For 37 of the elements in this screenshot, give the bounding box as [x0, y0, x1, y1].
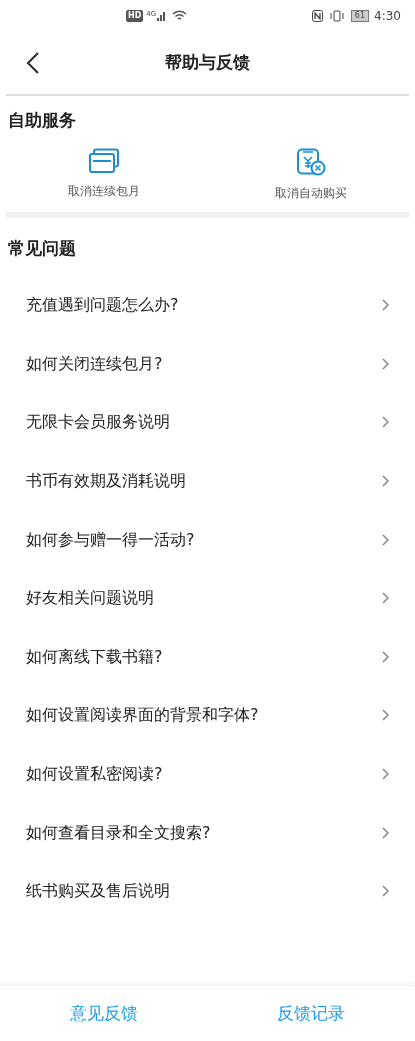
self-service-item[interactable]: 取消连续包月 — [0, 147, 208, 202]
back-icon[interactable] — [26, 51, 40, 75]
battery-level: 61 — [350, 10, 370, 22]
faq-item[interactable]: 如何查看目录和全文搜索? — [0, 803, 415, 862]
signal-icon — [157, 11, 168, 21]
chevron-icon — [382, 768, 389, 781]
chevron-icon — [382, 826, 389, 839]
faq-item[interactable]: 如何参与赠一得一活动? — [0, 510, 415, 569]
faq-item[interactable]: 好友相关问题说明 — [0, 568, 415, 628]
status-time: 4:30 — [374, 8, 401, 25]
chevron-icon — [382, 416, 389, 429]
chevron-icon — [382, 709, 389, 722]
faq-item[interactable]: 纸书购买及售后说明 — [0, 861, 415, 921]
chevron-icon — [382, 533, 389, 546]
page-title: 帮助与反馈 — [165, 51, 250, 75]
nfc-icon — [311, 10, 323, 22]
section-title: 自助服务 — [7, 109, 77, 132]
chevron-icon — [382, 592, 389, 605]
cancel-payment-icon — [296, 147, 327, 176]
section-title: 常见问题 — [7, 236, 77, 260]
chevron-icon — [382, 650, 389, 663]
cards-icon — [87, 147, 120, 174]
faq-item[interactable]: 如何关闭连续包月? — [0, 334, 415, 394]
faq-item[interactable]: 如何设置私密阅读? — [0, 744, 415, 804]
chevron-icon — [382, 885, 389, 898]
chevron-icon — [382, 475, 389, 488]
faq-item[interactable]: 书币有效期及消耗说明 — [0, 451, 415, 511]
vibrate-icon — [328, 10, 345, 22]
chevron-icon — [382, 299, 389, 312]
hd-badge: HD — [126, 10, 144, 22]
faq-item[interactable]: 如何离线下载书籍? — [0, 627, 415, 687]
chevron-icon — [382, 357, 389, 370]
wifi-icon — [172, 10, 188, 22]
faq-item[interactable]: 充值遇到问题怎么办? — [0, 276, 415, 335]
faq-item[interactable]: 无限卡会员服务说明 — [0, 393, 415, 452]
self-service-item[interactable]: 取消自动购买 — [207, 147, 415, 202]
faq-item[interactable]: 如何设置阅读界面的背景和字体? — [0, 686, 415, 745]
